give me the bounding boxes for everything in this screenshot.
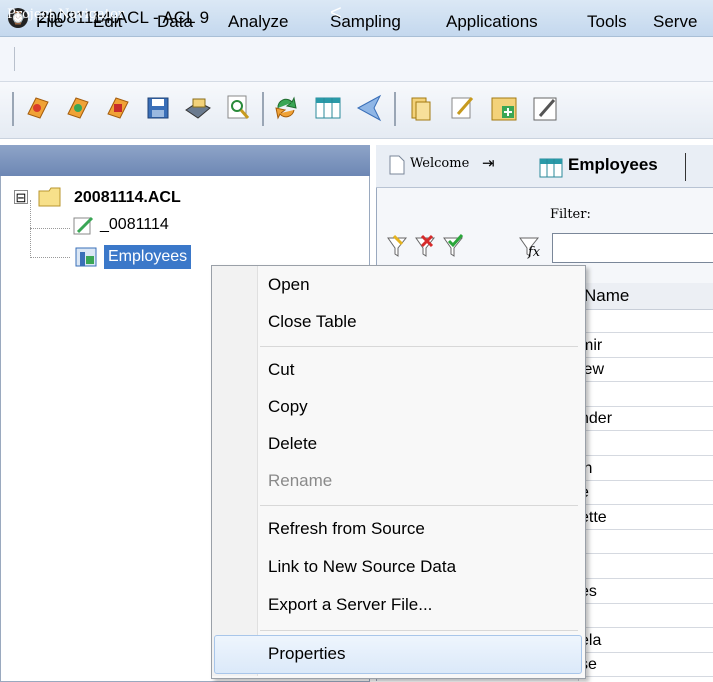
filter-input[interactable] (552, 233, 713, 263)
open-project-icon[interactable] (62, 92, 94, 124)
menu-delete[interactable]: Delete (268, 434, 317, 454)
table-view-icon[interactable] (312, 92, 344, 124)
menu-cut[interactable]: Cut (268, 360, 294, 380)
filter-apply-icon[interactable] (386, 234, 412, 265)
filter-icon[interactable] (354, 92, 386, 124)
menu-properties[interactable]: Properties (268, 644, 345, 664)
grid-row-line (578, 455, 713, 456)
menu-copy[interactable]: Copy (268, 397, 308, 417)
pin-icon[interactable]: ⇥ (482, 154, 495, 172)
tree-root-project[interactable]: 20081114.ACL (74, 189, 181, 207)
menu-grip (14, 47, 15, 71)
project-navigator-title: Project Navigator (7, 7, 125, 22)
context-menu-separator-2 (260, 505, 578, 506)
context-menu-separator (260, 346, 578, 347)
toolbar-separator-2 (394, 92, 396, 126)
copy-icon[interactable] (404, 92, 436, 124)
tree-connector-2 (30, 228, 70, 230)
tree-expander-icon[interactable]: ⊟ (14, 190, 28, 205)
table-icon (74, 244, 100, 273)
menu-link-to-new-source[interactable]: Link to New Source Data (268, 557, 456, 577)
toolbar-grip (12, 92, 14, 126)
grid-row-line (578, 332, 713, 333)
grid-row-line (578, 504, 713, 505)
grid-row-line (578, 430, 713, 431)
filter-expression-icon[interactable]: fx (518, 234, 548, 265)
tab-divider (685, 153, 686, 181)
grid-row-line (578, 406, 713, 407)
menu-open[interactable]: Open (268, 275, 310, 295)
new-table-icon[interactable] (488, 92, 520, 124)
filter-remove-icon[interactable] (414, 234, 440, 265)
collapse-navigator-button[interactable]: < (330, 2, 342, 25)
save-icon[interactable] (142, 92, 174, 124)
menu-export-server-file[interactable]: Export a Server File... (268, 595, 432, 615)
menu-tools[interactable]: Tools (587, 12, 627, 32)
menu-data[interactable]: Data (157, 12, 193, 32)
context-menu-separator-3 (260, 630, 578, 631)
menu-rename: Rename (268, 471, 333, 490)
tree-item-script[interactable]: _0081114 (100, 216, 169, 234)
tab-welcome[interactable]: Welcome (410, 156, 469, 171)
grid-header-name[interactable]: Name (584, 286, 629, 306)
grid-row-line (578, 357, 713, 358)
refresh-icon[interactable] (270, 92, 302, 124)
grid-row-line (578, 627, 713, 628)
edit-icon[interactable] (446, 92, 478, 124)
grid-row-line (578, 652, 713, 653)
grid-row-line (578, 603, 713, 604)
tree-item-table-selected[interactable]: Employees (104, 245, 192, 269)
folder-icon (38, 186, 68, 213)
tab-employees[interactable]: Employees (568, 155, 658, 175)
filter-label: Filter: (550, 207, 591, 222)
add-table-icon[interactable] (102, 92, 134, 124)
menu-refresh-from-source[interactable]: Refresh from Source (268, 519, 425, 539)
table-tab-icon (538, 156, 564, 183)
grid-row-line (578, 578, 713, 579)
context-menu-gutter (212, 266, 258, 676)
filter-verify-icon[interactable] (442, 233, 468, 265)
grid-row-line (578, 553, 713, 554)
grid-row-line (578, 529, 713, 530)
toolbar-separator (262, 92, 264, 126)
menu-applications[interactable]: Applications (446, 12, 538, 32)
project-navigator-header (0, 145, 370, 176)
new-project-icon[interactable] (22, 92, 54, 124)
menu-server[interactable]: Serve (653, 12, 697, 32)
tree-connector-3 (30, 257, 70, 259)
menu-analyze[interactable]: Analyze (228, 12, 288, 32)
svg-text:fx: fx (527, 245, 541, 260)
edit-table-icon[interactable] (530, 92, 562, 124)
grid-row-line (578, 381, 713, 382)
menu-close-table[interactable]: Close Table (268, 312, 357, 332)
grid-row-line (578, 480, 713, 481)
script-icon (72, 214, 96, 241)
print-icon[interactable] (182, 92, 214, 124)
search-icon[interactable] (222, 92, 254, 124)
page-icon (388, 155, 406, 180)
menu-bar (0, 37, 713, 82)
grid-row-line (578, 676, 713, 677)
